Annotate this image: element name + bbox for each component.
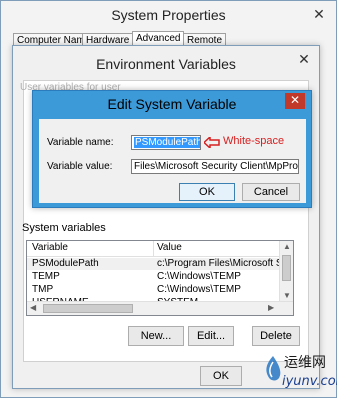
- system-properties-title: System Properties: [111, 7, 226, 23]
- vertical-scrollbar[interactable]: ▲ ▼: [279, 241, 293, 303]
- close-icon[interactable]: ✕: [306, 5, 332, 23]
- edit-dialog-title: Edit System Variable: [107, 96, 237, 112]
- system-variables-label: System variables: [22, 222, 106, 234]
- variable-value-label: Variable value:: [47, 161, 113, 172]
- row-variable: TEMP: [32, 271, 60, 282]
- list-header: Variable Value: [27, 241, 280, 257]
- column-header-variable[interactable]: Variable: [32, 242, 68, 253]
- scrollbar-thumb[interactable]: [282, 255, 291, 281]
- scroll-up-icon[interactable]: ▲: [283, 242, 291, 252]
- white-space-annotation: White-space: [223, 135, 285, 147]
- table-row[interactable]: TEMP C:\Windows\TEMP: [27, 271, 280, 283]
- scroll-down-icon[interactable]: ▼: [283, 291, 291, 301]
- row-variable: PSModulePath: [32, 258, 99, 269]
- row-value: C:\Windows\TEMP: [157, 271, 241, 282]
- new-button[interactable]: New...: [128, 326, 184, 346]
- scroll-right-icon[interactable]: ▶: [268, 303, 274, 313]
- watermark-text-en: iyunv.com: [282, 374, 337, 389]
- row-value: C:\Windows\TEMP: [157, 284, 241, 295]
- column-divider[interactable]: [153, 241, 154, 257]
- watermark-logo-icon: [266, 356, 281, 381]
- variable-name-input[interactable]: PSModulePath: [131, 135, 201, 150]
- scroll-left-icon[interactable]: ◀: [30, 303, 36, 313]
- ok-button[interactable]: OK: [200, 366, 242, 386]
- delete-button[interactable]: Delete: [252, 326, 300, 346]
- close-icon[interactable]: ✕: [291, 50, 317, 68]
- edit-button[interactable]: Edit...: [188, 326, 234, 346]
- horizontal-scrollbar[interactable]: ◀ ▶: [27, 301, 293, 315]
- watermark-text-cn: 运维网: [284, 355, 326, 371]
- scrollbar-thumb[interactable]: [43, 304, 133, 313]
- watermark: 运维网 iyunv.com: [262, 352, 337, 396]
- environment-variables-title: Environment Variables: [96, 56, 236, 72]
- cancel-button[interactable]: Cancel: [242, 183, 300, 201]
- system-properties-titlebar: System Properties ✕: [1, 1, 336, 29]
- edit-system-variable-dialog: Edit System Variable ✕ Variable name: PS…: [32, 90, 312, 208]
- ok-button[interactable]: OK: [179, 183, 235, 201]
- edit-dialog-body: Variable name: PSModulePath White-space …: [39, 119, 306, 203]
- table-row[interactable]: PSModulePath c:\Program Files\Microsoft …: [27, 258, 280, 270]
- table-row[interactable]: TMP C:\Windows\TEMP: [27, 284, 280, 296]
- row-value: c:\Program Files\Microsoft Securi: [157, 258, 280, 269]
- red-arrow-icon: [204, 137, 220, 148]
- variable-name-value: PSModulePath: [134, 137, 201, 148]
- close-icon[interactable]: ✕: [285, 93, 305, 109]
- system-variables-list[interactable]: Variable Value PSModulePath c:\Program F…: [26, 240, 294, 316]
- row-variable: TMP: [32, 284, 54, 295]
- variable-value-input[interactable]: Files\Microsoft Security Client\MpProvid…: [131, 159, 299, 174]
- variable-name-label: Variable name:: [47, 137, 114, 148]
- column-header-value[interactable]: Value: [157, 242, 182, 253]
